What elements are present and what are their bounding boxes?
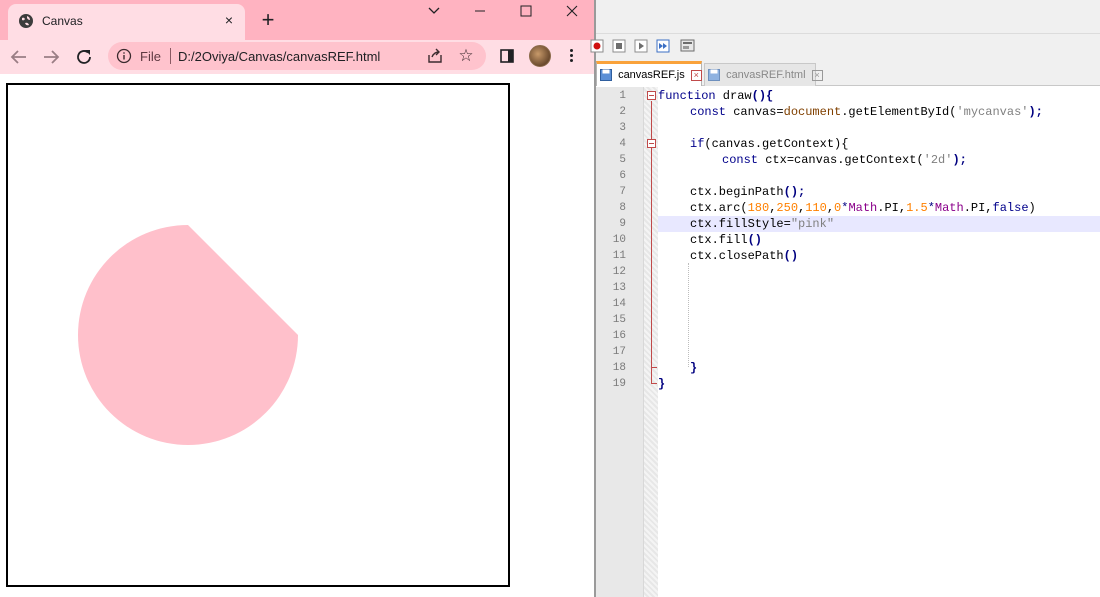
drawing-canvas <box>6 83 510 587</box>
minimize-icon <box>475 10 485 12</box>
bookmark-star-icon[interactable]: ☆ <box>456 46 476 66</box>
tab-close-icon[interactable]: × <box>220 11 238 29</box>
arrow-right-icon <box>44 50 60 64</box>
fold-toggle-icon[interactable] <box>647 91 656 100</box>
code-line-9: ctx.fillStyle="pink" <box>658 216 1100 232</box>
fast-forward-icon <box>656 39 670 53</box>
line-number: 4 <box>619 138 626 150</box>
line-number: 9 <box>619 218 626 230</box>
code-line-19: } <box>658 377 666 391</box>
page-viewport <box>0 75 594 597</box>
browser-menu-icon[interactable] <box>566 47 576 65</box>
close-window-button[interactable] <box>548 0 594 22</box>
line-number: 5 <box>619 154 626 166</box>
editor-body[interactable]: 1 2 3 4 5 6 7 8 9 10 11 12 13 14 15 16 1… <box>596 87 1100 597</box>
new-tab-button[interactable]: + <box>256 8 280 32</box>
tab-title: Canvas <box>42 14 83 28</box>
save-macro-button[interactable] <box>680 39 696 53</box>
tab-close-icon[interactable]: × <box>811 69 823 81</box>
editor-toolbar <box>590 34 1100 60</box>
code-line-7: ctx.beginPath(); <box>690 185 806 199</box>
line-number: 8 <box>619 202 626 214</box>
code-line-1: function draw(){ <box>658 89 774 103</box>
code-line-10: ctx.fill() <box>690 233 763 247</box>
play-icon <box>634 39 648 53</box>
indent-guide <box>688 263 689 367</box>
line-number-gutter: 1 2 3 4 5 6 7 8 9 10 11 12 13 14 15 16 1… <box>596 87 644 597</box>
play-macro-button[interactable] <box>634 39 648 53</box>
url-text[interactable]: D:/2Oviya/Canvas/canvasREF.html <box>178 49 380 64</box>
line-number: 15 <box>612 314 626 326</box>
fold-end-tick <box>651 383 657 384</box>
arrow-left-icon <box>10 50 26 64</box>
line-number: 11 <box>612 250 626 262</box>
line-number: 19 <box>612 378 626 390</box>
record-icon <box>590 39 604 53</box>
url-scheme-label: File <box>140 49 161 64</box>
chevron-down-icon <box>428 7 440 14</box>
code-line-11: ctx.closePath() <box>690 249 799 263</box>
line-number: 6 <box>619 170 626 182</box>
code-line-4: if(canvas.getContext){ <box>690 137 849 151</box>
editor-menu-band <box>596 0 1100 34</box>
code-line-18: } <box>690 361 698 375</box>
editor-tab-bar: canvasREF.js × canvasREF.html × <box>596 60 1100 86</box>
tab-search-button[interactable] <box>410 0 456 22</box>
browser-window: Canvas × + File D:/2Oviya/Canvas/canvasR… <box>0 0 594 597</box>
stop-macro-button[interactable] <box>612 39 626 53</box>
code-editor-window: canvasREF.js × canvasREF.html × 1 2 3 4 … <box>590 0 1100 597</box>
minimize-button[interactable] <box>456 0 502 22</box>
editor-tab-canvasref-html[interactable]: canvasREF.html × <box>704 63 823 86</box>
reload-button[interactable] <box>73 46 95 68</box>
record-macro-button[interactable] <box>590 39 604 53</box>
omnibox-divider <box>170 48 171 64</box>
line-number: 12 <box>612 266 626 278</box>
floppy-disk-icon <box>708 69 720 82</box>
maximize-icon <box>520 5 532 17</box>
line-number: 13 <box>612 282 626 294</box>
info-icon[interactable] <box>116 48 132 64</box>
run-macro-multiple-button[interactable] <box>656 39 670 53</box>
line-number: 18 <box>612 362 626 374</box>
editor-tab-label: canvasREF.html <box>726 69 806 81</box>
canvas-drawing <box>78 225 298 445</box>
pink-arc-shape <box>78 225 298 445</box>
close-icon <box>566 5 578 17</box>
screen: Canvas × + File D:/2Oviya/Canvas/canvasR… <box>0 0 1100 597</box>
forward-button[interactable] <box>40 46 62 68</box>
line-number: 16 <box>612 330 626 342</box>
browser-tab-canvas[interactable]: Canvas × <box>8 4 245 40</box>
editor-tab-label: canvasREF.js <box>618 69 685 81</box>
fold-toggle-icon[interactable] <box>647 139 656 148</box>
stop-icon <box>612 39 626 53</box>
macro-save-icon <box>680 39 695 52</box>
back-button[interactable] <box>8 46 30 68</box>
line-number: 17 <box>612 346 626 358</box>
maximize-button[interactable] <box>502 0 548 22</box>
tab-strip: Canvas × + <box>0 0 594 40</box>
editor-tab-canvasref-js[interactable]: canvasREF.js × <box>596 61 702 86</box>
floppy-disk-icon <box>600 69 612 82</box>
code-area[interactable]: function draw(){ const canvas=document.g… <box>658 87 1100 597</box>
share-icon[interactable] <box>426 47 444 65</box>
line-number: 7 <box>619 186 626 198</box>
tab-close-icon[interactable]: × <box>690 69 702 81</box>
code-line-5: const ctx=canvas.getContext('2d'); <box>722 153 967 167</box>
address-bar[interactable]: File D:/2Oviya/Canvas/canvasREF.html ☆ <box>108 42 486 70</box>
code-line-8: ctx.arc(180,250,110,0*Math.PI,1.5*Math.P… <box>690 201 1036 215</box>
side-panel-icon[interactable] <box>500 49 514 63</box>
reload-icon <box>77 50 91 64</box>
profile-avatar[interactable] <box>529 45 551 67</box>
line-number: 14 <box>612 298 626 310</box>
code-line-2: const canvas=document.getElementById('my… <box>690 105 1043 119</box>
line-number: 10 <box>612 234 626 246</box>
line-number: 1 <box>619 90 626 102</box>
line-number: 2 <box>619 106 626 118</box>
line-number: 3 <box>619 122 626 134</box>
globe-icon <box>19 14 33 28</box>
fold-end-tick <box>651 367 657 368</box>
